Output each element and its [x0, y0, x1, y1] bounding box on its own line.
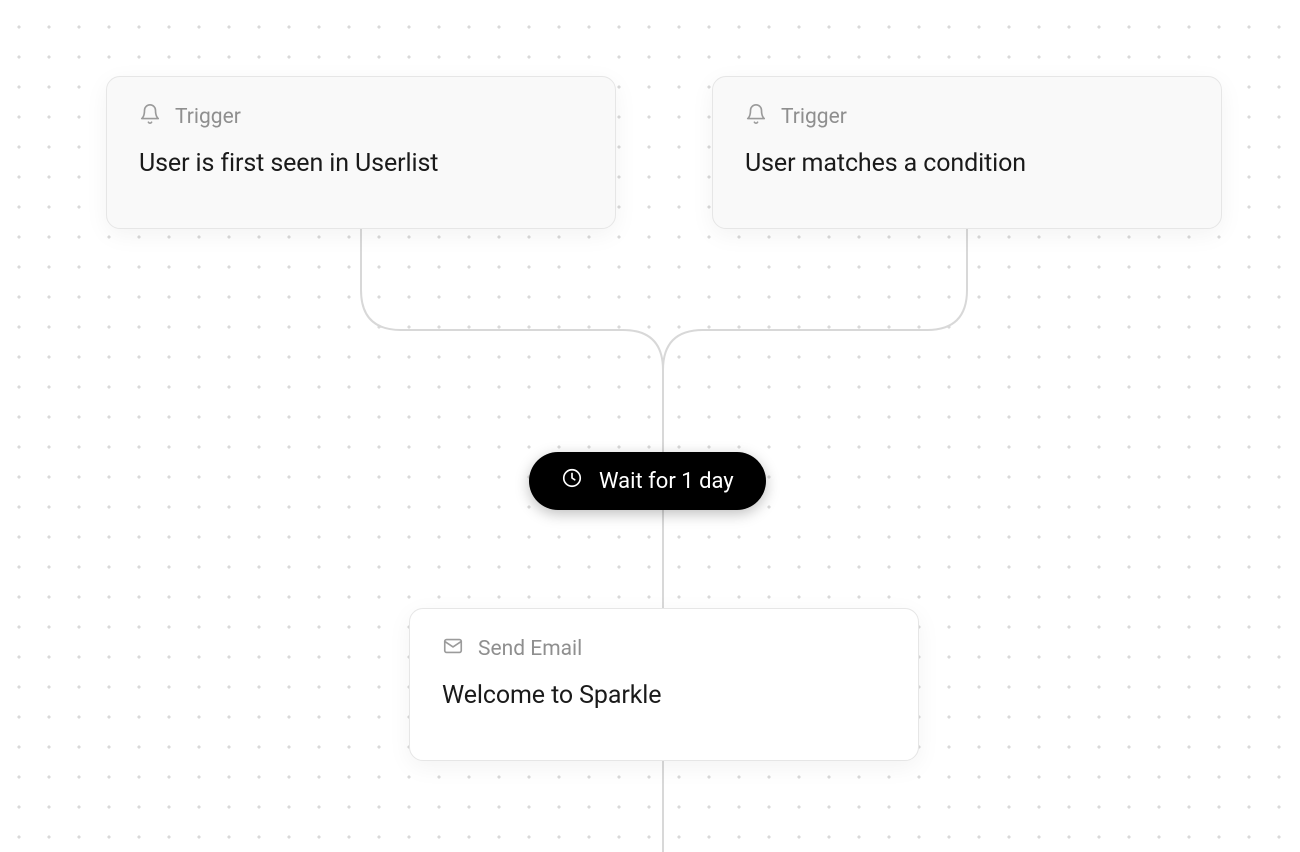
node-header: Trigger	[139, 103, 583, 131]
bell-icon	[139, 103, 161, 131]
workflow-canvas[interactable]: Trigger User is first seen in Userlist T…	[0, 0, 1300, 852]
node-header: Send Email	[442, 635, 886, 663]
node-header: Trigger	[745, 103, 1189, 131]
trigger-node-matches-condition[interactable]: Trigger User matches a condition	[712, 76, 1222, 229]
node-type-label: Send Email	[478, 637, 582, 661]
node-title: Welcome to Sparkle	[442, 681, 886, 711]
email-node-welcome[interactable]: Send Email Welcome to Sparkle	[409, 608, 919, 761]
node-title: User matches a condition	[745, 149, 1189, 179]
wait-node[interactable]: Wait for 1 day	[529, 452, 766, 510]
mail-icon	[442, 635, 464, 663]
bell-icon	[745, 103, 767, 131]
node-type-label: Trigger	[175, 105, 241, 129]
trigger-node-first-seen[interactable]: Trigger User is first seen in Userlist	[106, 76, 616, 229]
wait-label: Wait for 1 day	[599, 469, 734, 494]
node-type-label: Trigger	[781, 105, 847, 129]
clock-icon	[561, 467, 583, 495]
node-title: User is first seen in Userlist	[139, 149, 583, 179]
